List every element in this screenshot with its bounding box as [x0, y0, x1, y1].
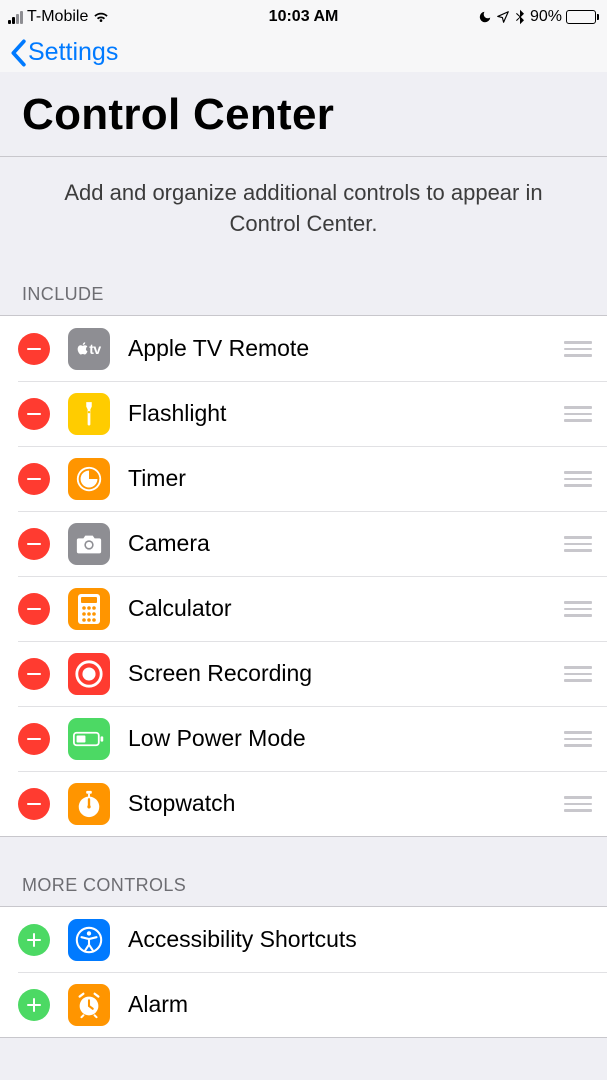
page-title: Control Center — [0, 72, 607, 156]
location-icon — [496, 10, 510, 24]
remove-button[interactable] — [18, 788, 50, 820]
chevron-left-icon — [8, 39, 28, 67]
drag-handle-icon[interactable] — [563, 666, 593, 682]
list-item: Low Power Mode — [0, 706, 607, 771]
battery-percent: 90% — [530, 8, 562, 26]
item-label: Stopwatch — [128, 790, 563, 817]
drag-handle-icon[interactable] — [563, 341, 593, 357]
list-item: Flashlight — [0, 381, 607, 446]
remove-button[interactable] — [18, 723, 50, 755]
lowpower-icon — [68, 718, 110, 760]
battery-icon — [566, 10, 599, 24]
stopwatch-icon — [68, 783, 110, 825]
remove-button[interactable] — [18, 658, 50, 690]
calc-icon — [68, 588, 110, 630]
list-item: Accessibility Shortcuts — [0, 907, 607, 972]
carrier-label: T-Mobile — [27, 8, 88, 26]
status-left: T-Mobile — [8, 8, 110, 26]
status-bar: T-Mobile 10:03 AM 90% — [0, 0, 607, 30]
item-label: Flashlight — [128, 400, 563, 427]
remove-button[interactable] — [18, 463, 50, 495]
status-right: 90% — [478, 8, 599, 26]
appletv-icon: tv — [68, 328, 110, 370]
include-list: tv Apple TV Remote Flashlight Timer Camera Ca… — [0, 315, 607, 837]
drag-handle-icon[interactable] — [563, 731, 593, 747]
list-item: Camera — [0, 511, 607, 576]
item-label: Screen Recording — [128, 660, 563, 687]
list-item: Stopwatch — [0, 771, 607, 836]
item-label: Calculator — [128, 595, 563, 622]
more-controls-list: Accessibility Shortcuts Alarm — [0, 906, 607, 1038]
more-section-header: MORE CONTROLS — [0, 837, 607, 906]
do-not-disturb-icon — [478, 10, 492, 24]
a11y-icon — [68, 919, 110, 961]
item-label: Accessibility Shortcuts — [128, 926, 593, 953]
drag-handle-icon[interactable] — [563, 601, 593, 617]
item-label: Camera — [128, 530, 563, 557]
item-label: Apple TV Remote — [128, 335, 563, 362]
back-button[interactable]: Settings — [8, 38, 118, 67]
description-text: Add and organize additional controls to … — [0, 157, 607, 285]
nav-bar: Settings — [0, 30, 607, 72]
drag-handle-icon[interactable] — [563, 471, 593, 487]
list-item: Screen Recording — [0, 641, 607, 706]
camera-icon — [68, 523, 110, 565]
add-button[interactable] — [18, 989, 50, 1021]
bluetooth-icon — [514, 9, 526, 25]
add-button[interactable] — [18, 924, 50, 956]
list-item: Calculator — [0, 576, 607, 641]
item-label: Alarm — [128, 991, 593, 1018]
remove-button[interactable] — [18, 398, 50, 430]
drag-handle-icon[interactable] — [563, 406, 593, 422]
wifi-icon — [92, 10, 110, 24]
flashlight-icon — [68, 393, 110, 435]
alarm-icon — [68, 984, 110, 1026]
item-label: Low Power Mode — [128, 725, 563, 752]
drag-handle-icon[interactable] — [563, 796, 593, 812]
include-section-header: INCLUDE — [0, 284, 607, 315]
signal-icon — [8, 11, 23, 24]
back-label: Settings — [28, 38, 118, 67]
remove-button[interactable] — [18, 593, 50, 625]
item-label: Timer — [128, 465, 563, 492]
timer-icon — [68, 458, 110, 500]
list-item: Timer — [0, 446, 607, 511]
remove-button[interactable] — [18, 528, 50, 560]
list-item: Alarm — [0, 972, 607, 1037]
drag-handle-icon[interactable] — [563, 536, 593, 552]
remove-button[interactable] — [18, 333, 50, 365]
list-item: tv Apple TV Remote — [0, 316, 607, 381]
record-icon — [68, 653, 110, 695]
